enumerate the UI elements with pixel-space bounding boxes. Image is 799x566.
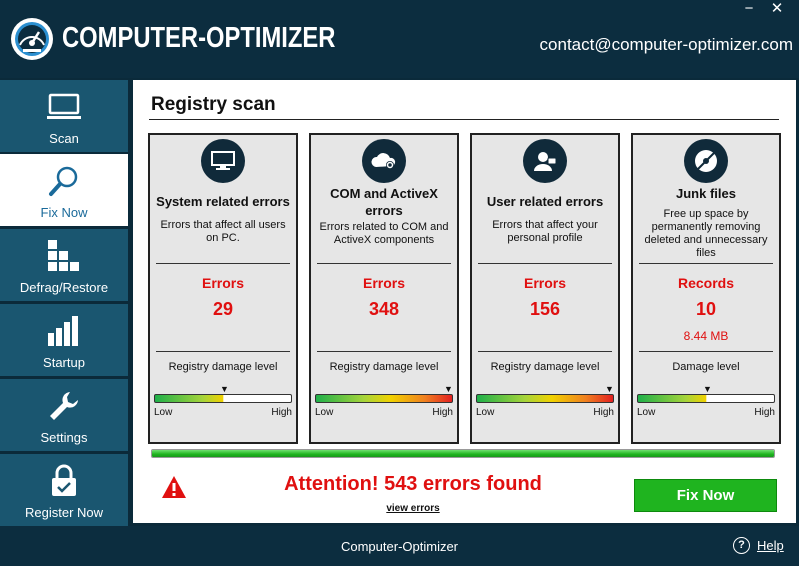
wrench-icon	[0, 389, 128, 423]
metric-label: Errors	[523, 275, 567, 291]
footer-title: Computer-Optimizer	[340, 539, 459, 554]
blocks-icon	[0, 239, 128, 273]
metric-label: Records	[677, 275, 735, 291]
high-label: High	[754, 407, 775, 418]
high-label: High	[432, 407, 453, 418]
divider	[317, 263, 451, 264]
speedometer-logo-icon	[11, 18, 53, 60]
metric-value: 156	[529, 299, 561, 319]
view-errors-link[interactable]: view errors	[333, 503, 493, 514]
card-system-errors: System related errors Errors that affect…	[148, 133, 298, 444]
damage-marker-icon: ▼	[220, 384, 229, 394]
monitor-icon	[0, 90, 128, 124]
sidebar: Scan Fix Now Defrag/Restore Startup Sett…	[0, 78, 131, 526]
card-com-activex-errors: COM and ActiveX errors Errors related to…	[309, 133, 459, 444]
divider	[478, 263, 612, 264]
registry-scan-panel: Registry scan System related errors Erro…	[133, 80, 796, 523]
damage-level-bar	[315, 394, 453, 403]
card-description: Errors related to COM and ActiveX compon…	[319, 221, 449, 246]
card-description: Errors that affect all users on PC.	[160, 219, 286, 244]
card-title: User related errors	[486, 194, 604, 209]
cloud-gear-icon	[362, 139, 406, 183]
metric-value: 348	[368, 299, 400, 319]
main-area: Registry scan System related errors Erro…	[131, 78, 799, 526]
damage-label: Registry damage level	[490, 361, 600, 373]
high-label: High	[593, 407, 614, 418]
card-title: Junk files	[676, 186, 736, 201]
attention-message: Attention! 543 errors found	[284, 473, 542, 495]
card-title: COM and ActiveX errors	[330, 186, 438, 218]
damage-marker-icon: ▼	[444, 384, 453, 394]
divider	[639, 351, 773, 352]
divider	[478, 351, 612, 352]
card-title: System related errors	[156, 194, 290, 209]
disc-icon	[684, 139, 728, 183]
sidebar-item-startup[interactable]: Startup	[0, 304, 128, 376]
metric-value: 10	[695, 299, 717, 319]
bars-icon	[0, 314, 128, 348]
close-button[interactable]: ✕	[766, 1, 788, 18]
low-label: Low	[315, 407, 334, 418]
card-description: Free up space by permanently removing de…	[644, 208, 768, 259]
sidebar-item-label: Defrag/Restore	[19, 280, 109, 295]
divider	[317, 351, 451, 352]
divider	[639, 263, 773, 264]
sidebar-item-label: Register Now	[24, 505, 104, 520]
page-title: Registry scan	[151, 94, 276, 115]
app-title: COMPUTER-OPTIMIZER	[62, 22, 336, 54]
lock-icon	[0, 464, 128, 498]
metric-label: Errors	[362, 275, 406, 291]
magnifier-icon	[0, 164, 128, 198]
sidebar-item-register-now[interactable]: Register Now	[0, 454, 128, 526]
sidebar-item-label: Settings	[40, 430, 88, 445]
contact-email[interactable]: contact@computer-optimizer.com	[540, 35, 793, 55]
monitor-icon	[201, 139, 245, 183]
damage-level-bar	[154, 394, 292, 403]
sidebar-item-defrag-restore[interactable]: Defrag/Restore	[0, 229, 128, 301]
damage-level-bar	[637, 394, 775, 403]
footer: Computer-Optimizer ? Help	[0, 526, 799, 566]
damage-level-bar	[476, 394, 614, 403]
sidebar-item-label: Fix Now	[40, 205, 88, 220]
damage-marker-icon: ▼	[605, 384, 614, 394]
warning-icon	[162, 476, 186, 498]
damage-marker-icon: ▼	[703, 384, 712, 394]
sidebar-item-label: Startup	[43, 355, 85, 370]
progress-fill	[152, 450, 774, 457]
sidebar-item-settings[interactable]: Settings	[0, 379, 128, 451]
user-icon	[523, 139, 567, 183]
damage-label: Damage level	[672, 361, 740, 373]
card-junk-files: Junk files Free up space by permanently …	[631, 133, 781, 444]
metric-value: 29	[212, 299, 234, 319]
divider	[156, 351, 290, 352]
divider	[149, 119, 779, 120]
low-label: Low	[476, 407, 495, 418]
low-label: Low	[154, 407, 173, 418]
title-bar: COMPUTER-OPTIMIZER contact@computer-opti…	[0, 0, 799, 78]
divider	[156, 263, 290, 264]
fix-now-button[interactable]: Fix Now	[634, 479, 777, 512]
card-description: Errors that affect your personal profile	[492, 219, 598, 244]
damage-label: Registry damage level	[168, 361, 278, 373]
sidebar-item-scan[interactable]: Scan	[0, 80, 128, 152]
high-label: High	[271, 407, 292, 418]
low-label: Low	[637, 407, 656, 418]
help-icon[interactable]: ?	[733, 537, 750, 554]
sidebar-item-fix-now[interactable]: Fix Now	[0, 154, 128, 226]
sidebar-item-label: Scan	[49, 131, 79, 146]
minimize-button[interactable]: −	[738, 1, 760, 18]
scan-progress-bar	[151, 449, 775, 458]
help-link[interactable]: Help	[757, 538, 784, 553]
damage-label: Registry damage level	[329, 361, 439, 373]
card-user-errors: User related errors Errors that affect y…	[470, 133, 620, 444]
metric-label: Errors	[201, 275, 245, 291]
junk-size: 8.44 MB	[683, 329, 729, 343]
